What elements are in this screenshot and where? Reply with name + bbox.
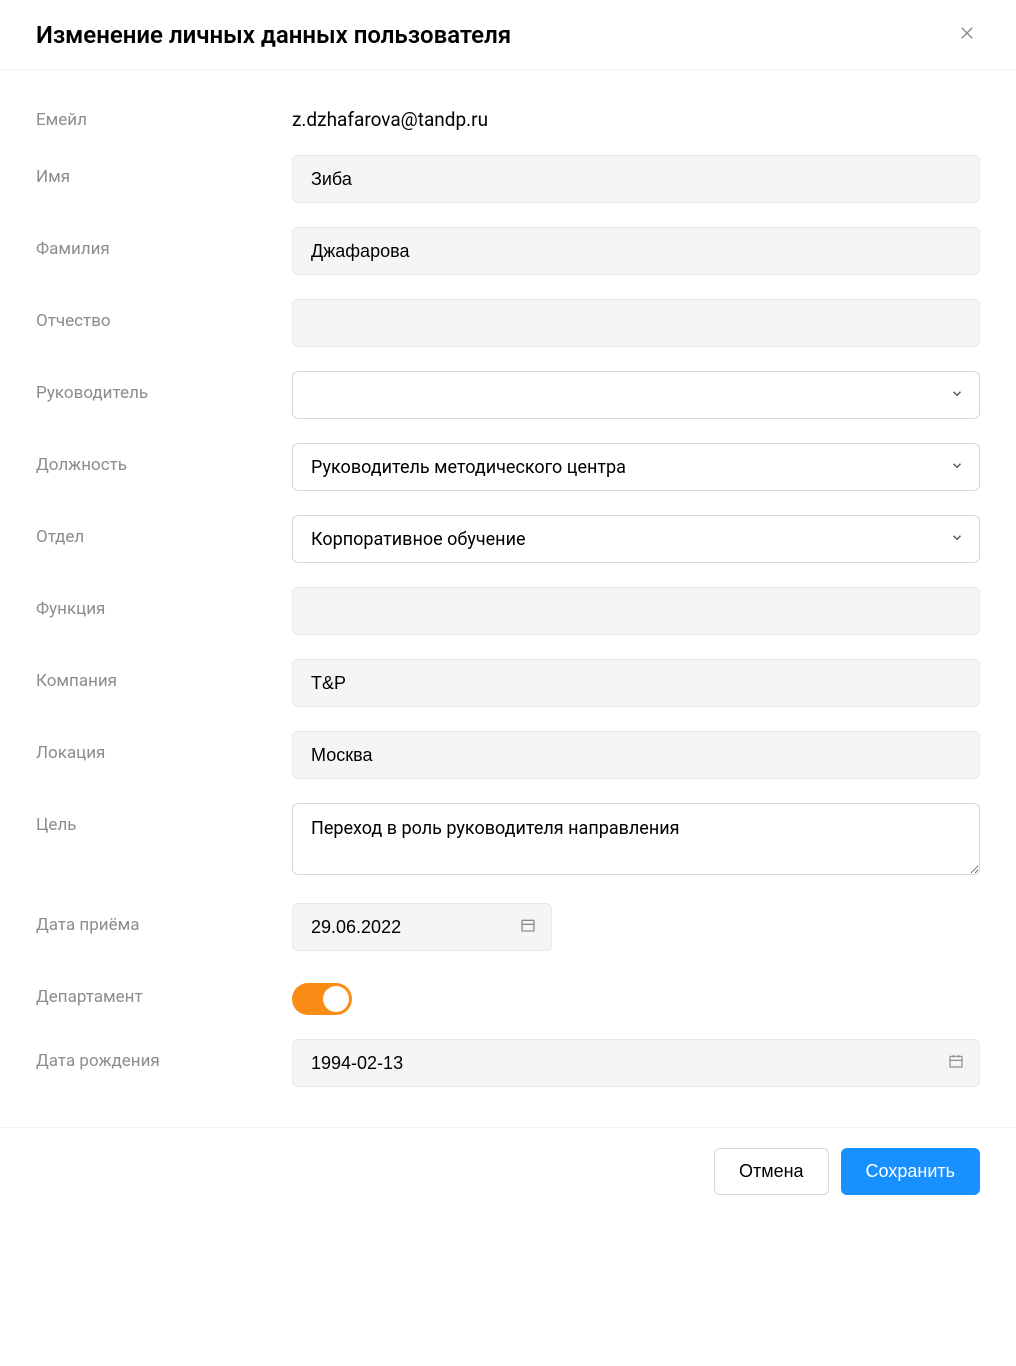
department-select[interactable]: Корпоративное обучение bbox=[292, 515, 980, 563]
toggle-knob bbox=[323, 986, 349, 1012]
close-button[interactable] bbox=[954, 20, 980, 49]
hire-date-input[interactable] bbox=[292, 903, 552, 951]
row-hire-date: Дата приёма bbox=[36, 903, 980, 951]
location-input[interactable] bbox=[292, 731, 980, 779]
row-function: Функция bbox=[36, 587, 980, 635]
modal-footer: Отмена Сохранить bbox=[0, 1127, 1016, 1215]
label-last-name: Фамилия bbox=[36, 227, 292, 259]
row-last-name: Фамилия bbox=[36, 227, 980, 275]
row-dept-toggle: Департамент bbox=[36, 975, 980, 1015]
manager-select[interactable] bbox=[292, 371, 980, 419]
first-name-input[interactable] bbox=[292, 155, 980, 203]
row-birth-date: Дата рождения bbox=[36, 1039, 980, 1087]
patronymic-input[interactable] bbox=[292, 299, 980, 347]
label-location: Локация bbox=[36, 731, 292, 763]
label-patronymic: Отчество bbox=[36, 299, 292, 331]
cancel-button[interactable]: Отмена bbox=[714, 1148, 829, 1195]
label-email: Емейл bbox=[36, 98, 292, 130]
label-dept-toggle: Департамент bbox=[36, 975, 292, 1007]
label-department: Отдел bbox=[36, 515, 292, 547]
row-company: Компания bbox=[36, 659, 980, 707]
save-button[interactable]: Сохранить bbox=[841, 1148, 980, 1195]
label-company: Компания bbox=[36, 659, 292, 691]
modal-header: Изменение личных данных пользователя bbox=[0, 0, 1016, 70]
label-manager: Руководитель bbox=[36, 371, 292, 403]
row-email: Емейл z.dzhafarova@tandp.ru bbox=[36, 98, 980, 131]
department-toggle[interactable] bbox=[292, 983, 352, 1015]
row-first-name: Имя bbox=[36, 155, 980, 203]
label-birth-date: Дата рождения bbox=[36, 1039, 292, 1071]
row-patronymic: Отчество bbox=[36, 299, 980, 347]
close-icon bbox=[958, 24, 976, 45]
label-goal: Цель bbox=[36, 803, 292, 835]
label-function: Функция bbox=[36, 587, 292, 619]
email-value: z.dzhafarova@tandp.ru bbox=[292, 98, 980, 131]
label-hire-date: Дата приёма bbox=[36, 903, 292, 935]
row-department: Отдел Корпоративное обучение bbox=[36, 515, 980, 563]
row-location: Локация bbox=[36, 731, 980, 779]
row-goal: Цель Переход в роль руководителя направл… bbox=[36, 803, 980, 879]
modal-body: Емейл z.dzhafarova@tandp.ru Имя Фамилия … bbox=[0, 70, 1016, 1127]
position-select[interactable]: Руководитель методического центра bbox=[292, 443, 980, 491]
label-position: Должность bbox=[36, 443, 292, 475]
modal-title: Изменение личных данных пользователя bbox=[36, 21, 511, 49]
department-value: Корпоративное обучение bbox=[311, 529, 526, 550]
position-value: Руководитель методического центра bbox=[311, 457, 626, 478]
goal-textarea[interactable]: Переход в роль руководителя направления bbox=[292, 803, 980, 875]
birth-date-input[interactable] bbox=[292, 1039, 980, 1087]
function-input[interactable] bbox=[292, 587, 980, 635]
last-name-input[interactable] bbox=[292, 227, 980, 275]
company-input[interactable] bbox=[292, 659, 980, 707]
row-position: Должность Руководитель методического цен… bbox=[36, 443, 980, 491]
label-first-name: Имя bbox=[36, 155, 292, 187]
row-manager: Руководитель bbox=[36, 371, 980, 419]
edit-user-modal: Изменение личных данных пользователя Еме… bbox=[0, 0, 1016, 1215]
